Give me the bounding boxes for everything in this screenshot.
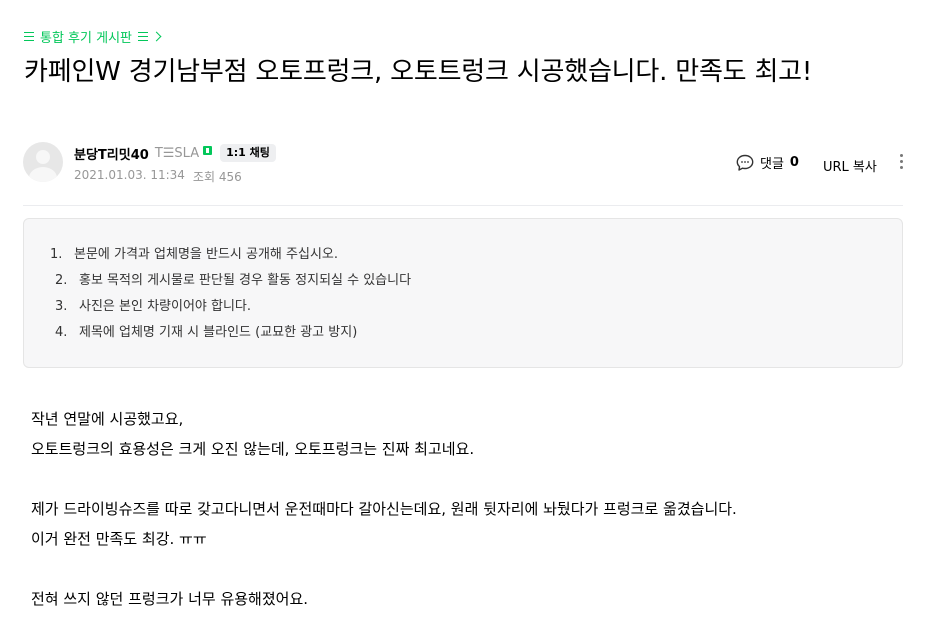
board-name-link[interactable]: 통합 후기 게시판 — [40, 27, 132, 46]
author-info: 분당T리밋40 T☰SLA 1:1 채팅 — [74, 144, 276, 163]
notice-item: 4. 제목에 업체명 기재 시 블라인드 (교묘한 광고 방지) — [55, 325, 358, 340]
body-paragraph: 오토트렁크의 효용성은 크게 오진 않는데, 오토프렁크는 진짜 최고네요. — [31, 440, 475, 458]
avatar-body-shape — [29, 167, 57, 182]
notice-list: 1. 본문에 가격과 업체명을 반드시 공개해 주십시오. 2. 홍보 목적의 게시… — [50, 245, 411, 349]
body-paragraph: 이거 완전 만족도 최강. ㅠㅠ — [31, 530, 207, 548]
notice-item: 2. 홍보 목적의 게시물로 판단될 경우 활동 정지되실 수 있습니다 — [55, 273, 412, 288]
menu-icon — [24, 31, 34, 41]
body-paragraph: 전혀 쓰지 않던 프렁크가 너무 유용해졌어요. — [31, 590, 309, 608]
post-body: 작년 연말에 시공했고요, 오토트렁크의 효용성은 크게 오진 않는데, 오토프… — [31, 404, 901, 614]
body-paragraph: 제가 드라이빙슈즈를 따로 갖고다니면서 운전때마다 갈아신는데요, 원래 뒷자… — [31, 500, 737, 518]
author-badge: T☰SLA — [154, 145, 200, 161]
cafe-post-page: 통합 후기 게시판 카페인W 경기남부점 오토프렁크, 오토트렁크 시공했습니다… — [0, 0, 933, 621]
chat-button[interactable]: 1:1 채팅 — [220, 144, 276, 162]
comment-button[interactable]: 댓글 0 — [736, 153, 799, 172]
more-options-icon[interactable] — [897, 153, 907, 171]
comment-count: 0 — [789, 155, 799, 170]
notice-item: 3. 사진은 본인 차량이어야 합니다. — [55, 299, 252, 314]
comment-label: 댓글 — [760, 157, 784, 172]
post-date: 2021.01.03. 11:34 — [74, 168, 185, 182]
url-copy-button[interactable]: URL 복사 — [823, 156, 877, 175]
body-paragraph-blank — [31, 554, 901, 584]
view-count: 조회 456 — [192, 170, 242, 184]
avatar-head-shape — [36, 150, 50, 164]
member-level-icon — [203, 145, 213, 155]
body-paragraph-blank — [31, 464, 901, 494]
header-divider — [23, 205, 903, 206]
avatar[interactable] — [23, 142, 63, 182]
menu-icon — [138, 31, 148, 41]
chevron-right-icon — [151, 31, 162, 41]
comment-bubble-icon — [736, 154, 754, 171]
body-paragraph: 작년 연말에 시공했고요, — [31, 410, 184, 428]
post-meta: 2021.01.03. 11:34 조회 456 — [74, 168, 242, 185]
board-breadcrumb[interactable]: 통합 후기 게시판 — [24, 27, 162, 46]
notice-item: 1. 본문에 가격과 업체명을 반드시 공개해 주십시오. — [50, 247, 338, 262]
notice-box: 1. 본문에 가격과 업체명을 반드시 공개해 주십시오. 2. 홍보 목적의 게시… — [23, 218, 903, 368]
author-nickname[interactable]: 분당T리밋40 — [74, 144, 149, 163]
post-title: 카페인W 경기남부점 오토프렁크, 오토트렁크 시공했습니다. 만족도 최고! — [24, 57, 813, 87]
